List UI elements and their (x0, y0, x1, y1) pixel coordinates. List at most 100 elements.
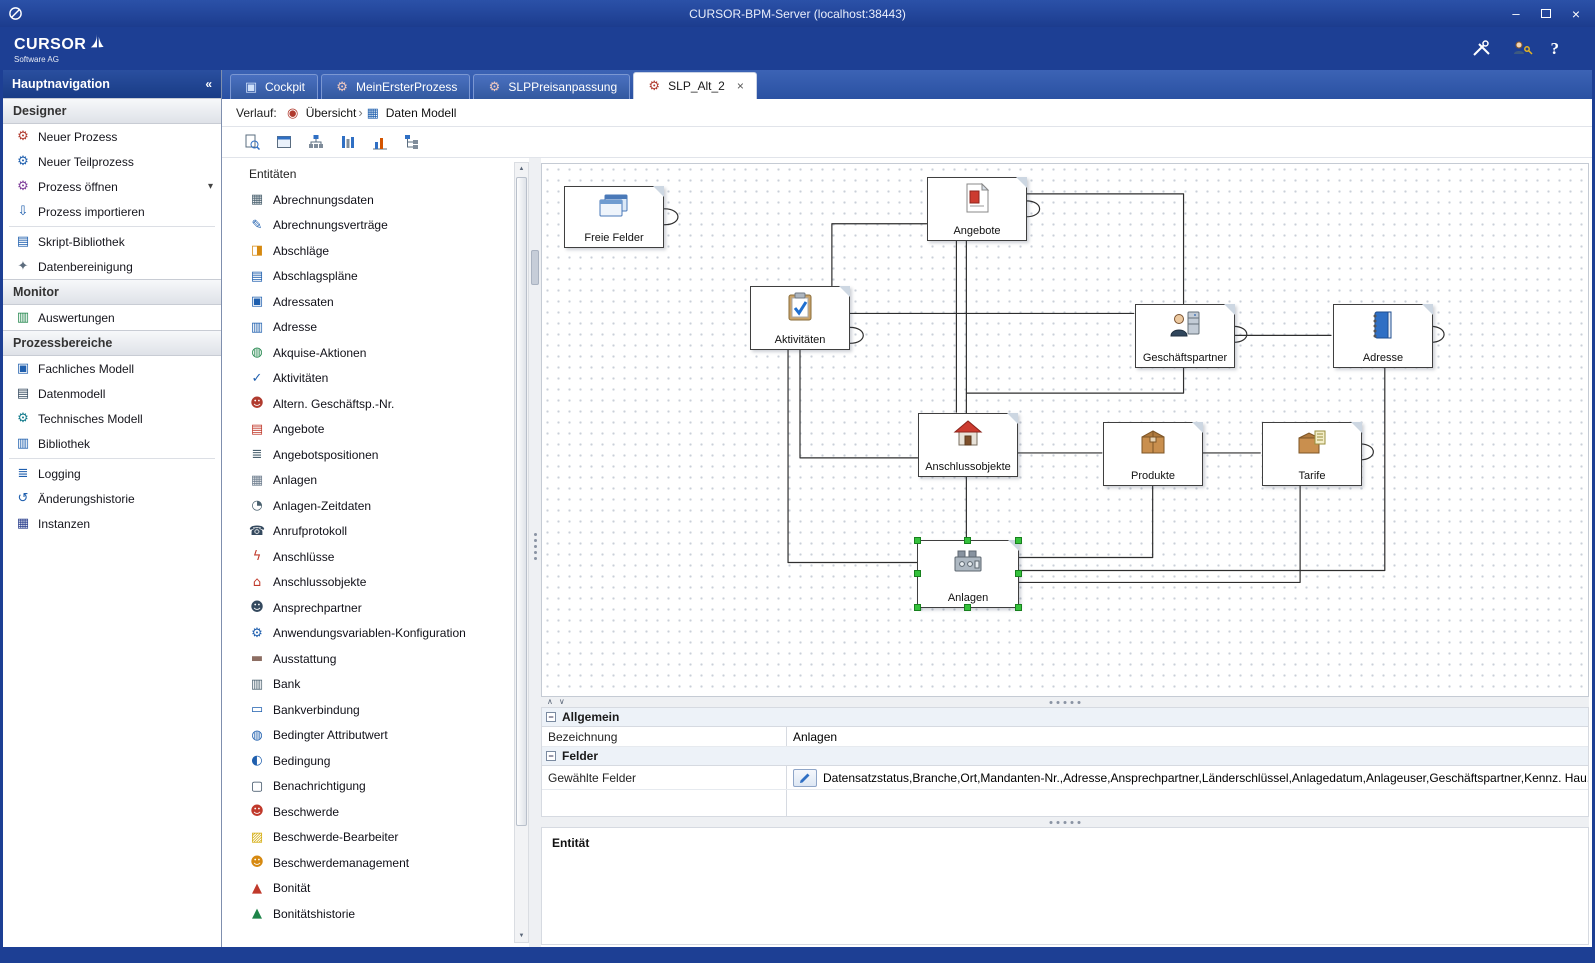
property-group-felder[interactable]: −Felder (542, 747, 1588, 766)
entity-item-bedingung[interactable]: ◐Bedingung (227, 748, 512, 774)
horizontal-splitter-bottom[interactable] (541, 817, 1589, 827)
scroll-down-icon[interactable]: ▼ (519, 930, 525, 942)
sidebar-item-neuer-teilprozess[interactable]: ⚙Neuer Teilprozess (3, 149, 221, 174)
canvas-vscroll-thumb[interactable] (531, 250, 539, 285)
diagram-node-produkte[interactable]: Produkte (1103, 422, 1203, 486)
section-header-monitor[interactable]: Monitor (3, 279, 221, 305)
breadcrumb-item-bersicht[interactable]: ◉Übersicht (285, 106, 357, 120)
entity-item-bedingter-attributwert[interactable]: ◍Bedingter Attributwert (227, 723, 512, 749)
sidebar-item-bibliothek[interactable]: ▥Bibliothek (3, 431, 221, 456)
selection-handle[interactable] (914, 570, 921, 577)
horizontal-splitter-top[interactable]: ∧ ∨ (541, 697, 1589, 707)
entity-item-altern-gesch-ftsp-nr[interactable]: ☻Altern. Geschäftsp.-Nr. (227, 391, 512, 417)
entity-item-beschwerde-bearbeiter[interactable]: ▨Beschwerde-Bearbeiter (227, 825, 512, 851)
entity-item-bank[interactable]: ▥Bank (227, 672, 512, 698)
tab-slp-alt-2[interactable]: ⚙SLP_Alt_2× (633, 72, 757, 99)
close-button[interactable]: × (1561, 3, 1591, 24)
splitter-grip[interactable] (529, 533, 541, 560)
scrollbar-thumb[interactable] (516, 177, 527, 826)
entity-item-anschl-sse[interactable]: ϟAnschlüsse (227, 544, 512, 570)
entity-scrollbar[interactable]: ▲ ▼ (514, 162, 529, 943)
tab-meinersterprozess[interactable]: ⚙MeinErsterProzess (321, 74, 470, 99)
sidebar-item-prozess-importieren[interactable]: ⇩Prozess importieren (3, 199, 221, 224)
entity-item-aktivit-ten[interactable]: ✓Aktivitäten (227, 366, 512, 392)
entity-item-bonit-tshistorie[interactable]: ▲Bonitätshistorie (227, 901, 512, 927)
diagram-node-tarife[interactable]: Tarife (1262, 422, 1362, 486)
diagram-node-geschaeftspartner[interactable]: Geschäftspartner (1135, 304, 1235, 368)
preview-icon[interactable] (240, 130, 264, 154)
entity-item-adresse[interactable]: ▥Adresse (227, 315, 512, 341)
tab-cockpit[interactable]: ▣Cockpit (230, 74, 318, 99)
selection-handle[interactable] (964, 604, 971, 611)
entity-item-benachrichtigung[interactable]: ▢Benachrichtigung (227, 774, 512, 800)
section-header-designer[interactable]: Designer (3, 98, 221, 124)
collapse-group-icon[interactable]: − (546, 712, 556, 722)
splitter-grip[interactable] (1050, 701, 1081, 704)
sidebar-item-logging[interactable]: ≣Logging (3, 461, 221, 486)
entity-item-angebotspositionen[interactable]: ≣Angebotspositionen (227, 442, 512, 468)
entity-item-beschwerde[interactable]: ☻Beschwerde (227, 799, 512, 825)
selection-handle[interactable] (1015, 537, 1022, 544)
tree-layout-icon[interactable] (400, 130, 424, 154)
selection-handle[interactable] (1015, 604, 1022, 611)
splitter-down-icon[interactable]: ∨ (559, 698, 565, 706)
sidebar-item-auswertungen[interactable]: ▥Auswertungen (3, 305, 221, 330)
selection-handle[interactable] (914, 537, 921, 544)
help-button[interactable]: ? (1551, 39, 1560, 59)
entity-item-adressaten[interactable]: ▣Adressaten (227, 289, 512, 315)
entity-item-bonit-t[interactable]: ▲Bonität (227, 876, 512, 902)
sidebar-item-prozess-ffnen[interactable]: ⚙Prozess öffnen▾ (3, 174, 221, 199)
sidebar-item-neuer-prozess[interactable]: ⚙Neuer Prozess (3, 124, 221, 149)
entity-item-beschwerdemanagement[interactable]: ☻Beschwerdemanagement (227, 850, 512, 876)
entity-item-abrechnungsvertr-ge[interactable]: ✎Abrechnungsverträge (227, 213, 512, 239)
section-header-prozessbereiche[interactable]: Prozessbereiche (3, 330, 221, 356)
sidebar-item-instanzen[interactable]: ▦Instanzen (3, 511, 221, 536)
entity-item-ansprechpartner[interactable]: ☻Ansprechpartner (227, 595, 512, 621)
sidebar-item-datenmodell[interactable]: ▤Datenmodell (3, 381, 221, 406)
property-group-allgemein[interactable]: −Allgemein (542, 708, 1588, 727)
window-icon[interactable] (272, 130, 296, 154)
scroll-up-icon[interactable]: ▲ (519, 163, 525, 175)
entity-item-anlagen-zeitdaten[interactable]: ◔Anlagen-Zeitdaten (227, 493, 512, 519)
diagram-node-adresse[interactable]: Adresse (1333, 304, 1433, 368)
entity-item-anrufprotokoll[interactable]: ☎Anrufprotokoll (227, 519, 512, 545)
diagram-canvas[interactable]: Freie Felder Angebote Aktivitäten Geschäfts… (541, 163, 1589, 697)
diagram-node-anlagen[interactable]: Anlagen (917, 540, 1019, 608)
property-row-bezeichnung[interactable]: BezeichnungAnlagen (542, 727, 1588, 747)
vertical-splitter[interactable] (529, 158, 541, 947)
columns-icon[interactable] (336, 130, 360, 154)
splitter-grip[interactable] (1050, 821, 1081, 824)
entity-item-angebote[interactable]: ▤Angebote (227, 417, 512, 443)
selection-handle[interactable] (964, 537, 971, 544)
entity-item-anschlussobjekte[interactable]: ⌂Anschlussobjekte (227, 570, 512, 596)
user-admin-icon[interactable] (1511, 40, 1533, 58)
property-value[interactable]: Anlagen (787, 727, 1588, 746)
entity-item-abschlagspl-ne[interactable]: ▤Abschlagspläne (227, 264, 512, 290)
tab-slppreisanpassung[interactable]: ⚙SLPPreisanpassung (473, 74, 630, 99)
property-row-gew-hlte-felder[interactable]: Gewählte FelderDatensatzstatus,Branche,O… (542, 766, 1588, 790)
diagram-node-anschlussobjekte[interactable]: Anschlussobjekte (918, 413, 1018, 477)
tools-icon[interactable] (1471, 40, 1493, 58)
sidebar-item-fachliches-modell[interactable]: ▣Fachliches Modell (3, 356, 221, 381)
entity-item-anlagen[interactable]: ▦Anlagen (227, 468, 512, 494)
selection-handle[interactable] (914, 604, 921, 611)
splitter-up-icon[interactable]: ∧ (547, 698, 553, 706)
maximize-button[interactable] (1531, 3, 1561, 24)
sidebar-item-datenbereinigung[interactable]: ✦Datenbereinigung (3, 254, 221, 279)
selection-handle[interactable] (1015, 570, 1022, 577)
entity-item-anwendungsvariablen-konfiguration[interactable]: ⚙Anwendungsvariablen-Konfiguration (227, 621, 512, 647)
sidebar-item-nderungshistorie[interactable]: ↺Änderungshistorie (3, 486, 221, 511)
scrollbar-track[interactable] (515, 175, 528, 930)
hierarchy-icon[interactable] (304, 130, 328, 154)
entity-item-ausstattung[interactable]: ▬Ausstattung (227, 646, 512, 672)
edit-button[interactable] (793, 769, 817, 787)
sidebar-item-technisches-modell[interactable]: ⚙Technisches Modell (3, 406, 221, 431)
splitter-arrows[interactable]: ∧ ∨ (547, 698, 565, 706)
diagram-node-angebote[interactable]: Angebote (927, 177, 1027, 241)
collapse-group-icon[interactable]: − (546, 751, 556, 761)
minimize-button[interactable]: – (1501, 3, 1531, 24)
diagram-node-freie-felder[interactable]: Freie Felder (564, 186, 664, 248)
entity-item-abrechnungsdaten[interactable]: ▦Abrechnungsdaten (227, 187, 512, 213)
collapse-sidebar-icon[interactable]: « (205, 77, 212, 91)
diagram-node-aktivitaeten[interactable]: Aktivitäten (750, 286, 850, 350)
